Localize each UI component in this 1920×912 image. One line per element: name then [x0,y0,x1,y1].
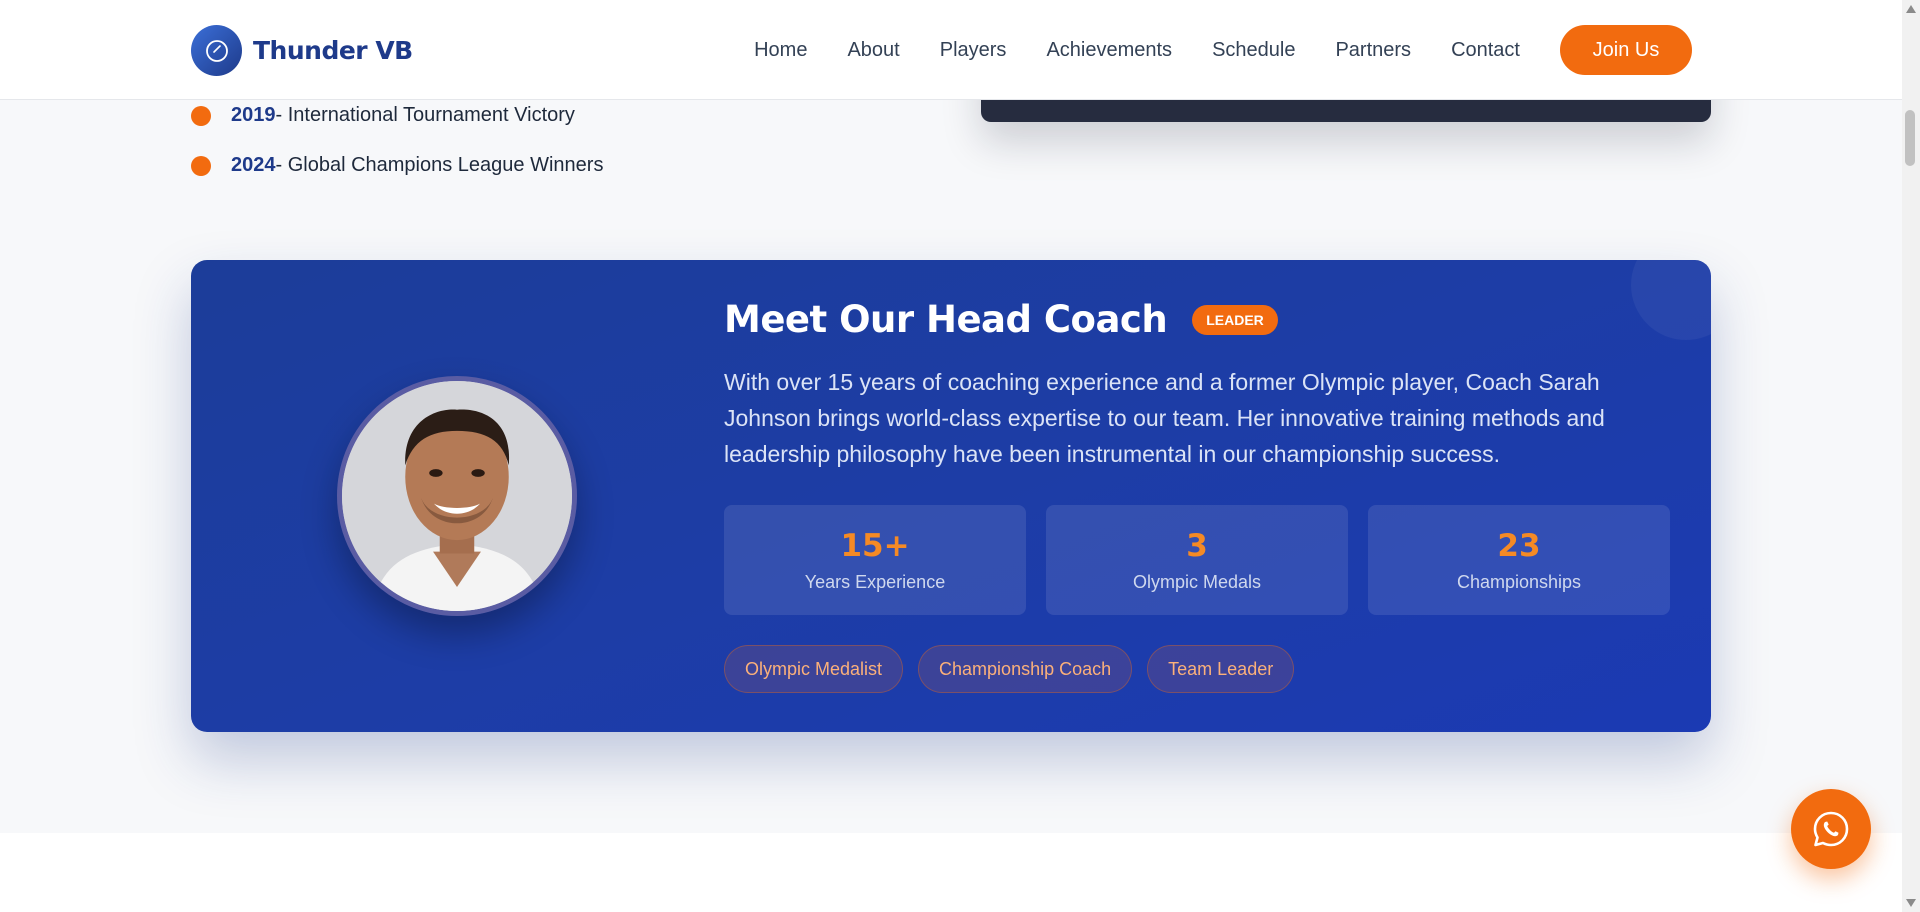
whatsapp-button[interactable] [1791,789,1871,869]
bullet-dot [191,155,211,176]
stat-card: 3 Olympic Medals [1046,505,1348,615]
coach-tags: Olympic Medalist Championship Coach Team… [724,645,1295,693]
history-text: - Global Champions League Winners [275,154,604,176]
tag-team-leader: Team Leader [1147,645,1295,693]
nav-contact[interactable]: Contact [1451,39,1520,62]
scroll-down-arrow-icon[interactable] [1906,899,1916,907]
decorative-circle [1631,260,1711,340]
stat-label: Championships [1456,571,1582,592]
nav-players[interactable]: Players [940,39,1007,62]
stat-value: 15+ [840,527,910,564]
stat-label: Years Experience [804,571,946,592]
coach-title: Meet Our Head Coach [724,298,1168,341]
nav-schedule[interactable]: Schedule [1212,39,1295,62]
tag-championship-coach: Championship Coach [918,645,1133,693]
stat-value: 3 [1186,527,1208,564]
brand-name: Thunder VB [253,36,413,65]
history-year: 2024 [231,154,276,176]
scroll-up-arrow-icon[interactable] [1906,5,1916,13]
next-section [0,833,1902,912]
coach-heading: Meet Our Head Coach LEADER [724,298,1278,341]
stat-card: 15+ Years Experience [724,505,1026,615]
history-item: 2024 - Global Champions League Winners [191,154,603,177]
join-us-button[interactable]: Join Us [1560,25,1692,75]
stat-card: 23 Championships [1368,505,1670,615]
nav-achievements[interactable]: Achievements [1046,39,1172,62]
tag-olympic-medalist: Olympic Medalist [724,645,904,693]
coach-description: With over 15 years of coaching experienc… [724,369,1605,467]
nav-partners[interactable]: Partners [1335,39,1411,62]
nav-home[interactable]: Home [754,39,807,62]
scrollbar-thumb[interactable] [1905,110,1915,166]
history-item: 2019 - International Tournament Victory [191,104,575,127]
stat-value: 23 [1497,527,1541,564]
brand-logo[interactable]: Thunder VB [191,25,413,76]
nav-about[interactable]: About [847,39,899,62]
volleyball-icon [191,25,242,76]
bullet-dot [191,105,211,126]
coach-stats: 15+ Years Experience 3 Olympic Medals 23… [724,505,1670,615]
coach-avatar [337,376,577,616]
main-nav: Home About Players Achievements Schedule… [754,25,1692,75]
history-text: - International Tournament Victory [275,104,575,126]
head-coach-card: Meet Our Head Coach LEADER With over 15 … [191,260,1711,732]
page-scrollbar[interactable] [1902,0,1920,912]
whatsapp-icon [1813,811,1849,847]
leader-badge: LEADER [1192,304,1278,335]
stat-label: Olympic Medals [1132,571,1262,592]
history-year: 2019 [231,104,276,126]
site-header: Thunder VB Home About Players Achievemen… [0,0,1902,100]
